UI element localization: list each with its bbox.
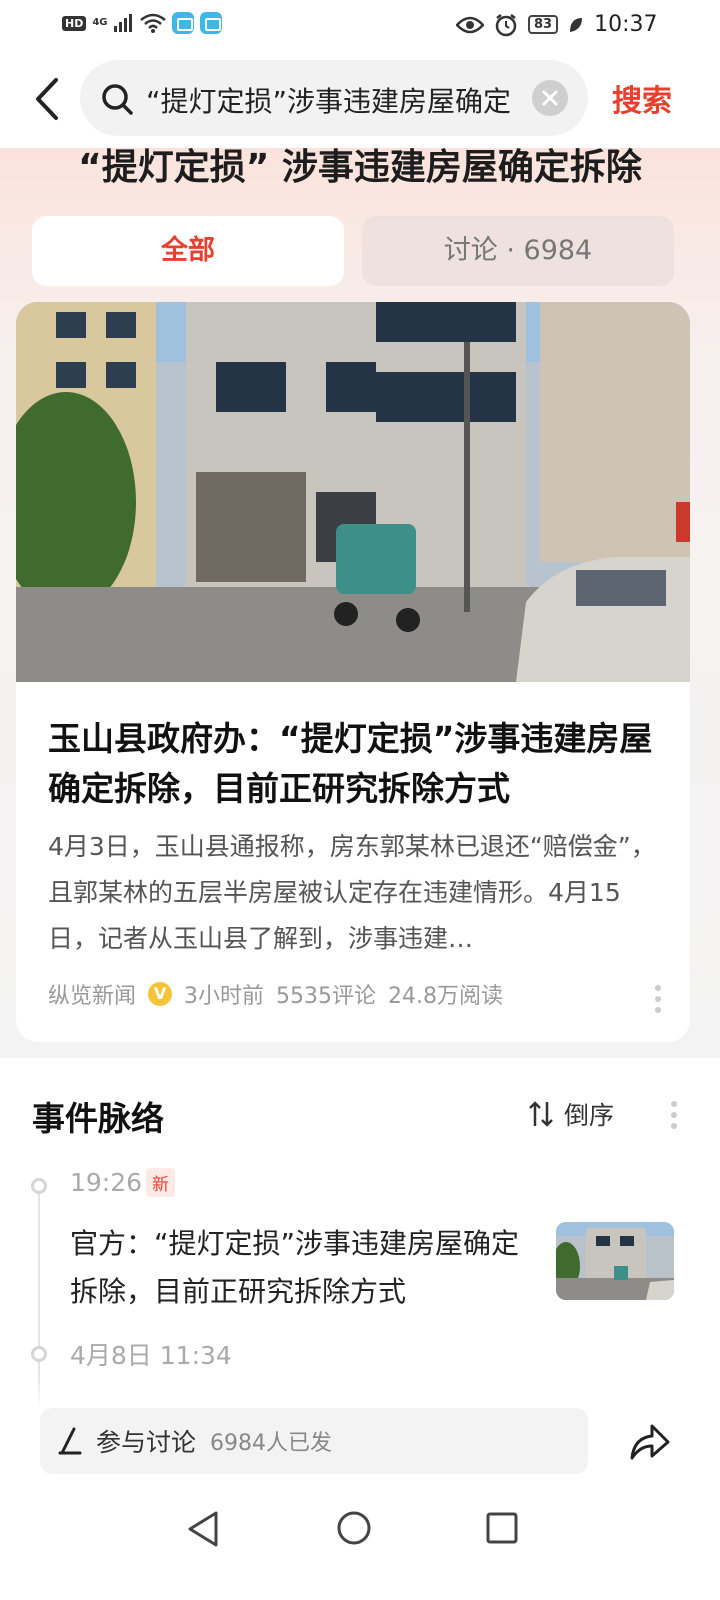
tab-all[interactable]: 全部 — [32, 216, 344, 286]
app-notification-icon — [171, 12, 194, 34]
share-icon[interactable] — [628, 1422, 670, 1462]
discussion-input[interactable]: 参与讨论 6984人已发 — [40, 1408, 588, 1474]
status-icons-left: HD 4G — [62, 12, 222, 34]
search-header: “提灯定损”涉事违建房屋确定 搜索 — [0, 48, 720, 148]
status-bar: HD 4G 83 10:37 — [0, 0, 720, 48]
search-query: “提灯定损”涉事违建房屋确定 — [146, 85, 512, 118]
news-read-count: 24.8万阅读 — [388, 984, 504, 1009]
hd-indicator: HD — [62, 15, 87, 31]
topic-title: “提灯定损” 涉事违建房屋确定拆除 — [78, 147, 642, 188]
discussion-count: 6984人已发 — [210, 1431, 333, 1456]
sort-label: 倒序 — [564, 1101, 615, 1130]
more-vertical-icon[interactable] — [654, 984, 662, 1014]
app-notification-icon — [199, 12, 222, 34]
search-input[interactable]: “提灯定损”涉事违建房屋确定 — [80, 60, 588, 136]
discussion-label: 参与讨论 — [96, 1428, 197, 1457]
timeline-item-time: 4月8日 11:34 — [70, 1341, 232, 1370]
timeline-dot — [31, 1178, 47, 1194]
status-icons-right: 83 10:37 — [456, 12, 658, 37]
timeline-fade — [0, 1378, 720, 1408]
leaf-icon — [570, 17, 583, 32]
signal-icon — [113, 14, 132, 32]
timeline-dot — [31, 1346, 47, 1362]
system-navigation-bar — [0, 1480, 720, 1600]
news-comment-count: 5535评论 — [276, 984, 377, 1009]
verified-icon: V — [148, 982, 173, 1006]
nav-home-icon[interactable] — [336, 1510, 372, 1546]
news-time: 3小时前 — [184, 984, 265, 1009]
timeline-line — [38, 1188, 40, 1408]
news-meta: 纵览新闻 V 3小时前 5535评论 24.8万阅读 — [48, 978, 503, 1010]
nav-recents-icon[interactable] — [486, 1512, 518, 1544]
new-badge: 新 — [146, 1168, 175, 1197]
news-card[interactable]: 玉山县政府办：“提灯定损”涉事违建房屋确定拆除，目前正研究拆除方式 4月3日，玉… — [16, 302, 690, 1042]
nav-back-icon[interactable] — [186, 1510, 220, 1548]
search-icon — [102, 84, 133, 115]
back-arrow-icon[interactable] — [30, 76, 66, 122]
network-type: 4G — [92, 17, 108, 28]
clock: 10:37 — [594, 12, 658, 37]
eye-icon — [456, 16, 484, 33]
bottom-action-bar: 参与讨论 6984人已发 — [0, 1408, 720, 1480]
alarm-icon — [495, 13, 517, 36]
pen-icon — [58, 1427, 82, 1455]
event-timeline: 事件脉络 倒序 19:26 新 官方：“提灯定损”涉事违建房屋确定拆除，目前正研… — [0, 1058, 720, 1408]
timeline-item-time: 19:26 — [70, 1168, 143, 1197]
timeline-item-text[interactable]: 官方：“提灯定损”涉事违建房屋确定拆除，目前正研究拆除方式 — [70, 1220, 540, 1316]
sort-toggle[interactable]: 倒序 — [528, 1096, 614, 1132]
topic-area: “提灯定损” 涉事违建房屋确定拆除 全部 讨论 · 6984 玉山县政府办：“提… — [0, 148, 720, 1058]
news-photo[interactable] — [16, 302, 690, 682]
battery-level: 83 — [528, 15, 559, 34]
news-source[interactable]: 纵览新闻 — [48, 978, 136, 1010]
sort-icon — [529, 1101, 553, 1127]
tab-discussion[interactable]: 讨论 · 6984 — [362, 216, 674, 286]
news-headline[interactable]: 玉山县政府办：“提灯定损”涉事违建房屋确定拆除，目前正研究拆除方式 — [48, 714, 658, 814]
search-button[interactable]: 搜索 — [612, 76, 672, 120]
timeline-title: 事件脉络 — [32, 1099, 164, 1138]
news-summary[interactable]: 4月3日，玉山县通报称，房东郭某林已退还“赔偿金”，且郭某林的五层半房屋被认定存… — [48, 824, 658, 962]
clear-icon[interactable] — [532, 80, 568, 116]
more-vertical-icon[interactable] — [670, 1100, 678, 1130]
wifi-icon — [139, 13, 166, 33]
timeline-item-thumbnail[interactable] — [556, 1222, 674, 1300]
